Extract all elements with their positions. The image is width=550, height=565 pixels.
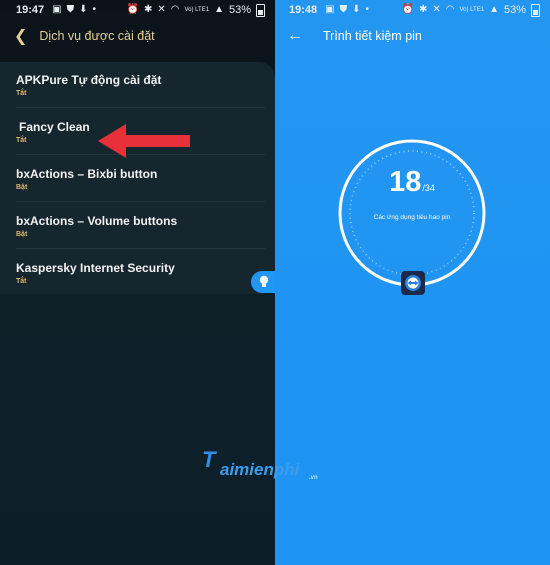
status-bar: 19:48 ▣ ⛊ ⬇ • ⏰ ✱ ✕ ◠ Vo) LTE1 ▲ 53% [275,0,550,20]
service-name: APKPure Tự động cài đặt [16,73,162,87]
service-state: Tắt [16,90,27,97]
mute-icon: ✕ [157,4,166,15]
signal-icon: ▲ [489,4,499,15]
services-list: APKPure Tự động cài đặt Tắt Fancy Clean … [0,62,275,294]
battery-icon [256,3,265,17]
service-name: Kaspersky Internet Security [16,261,175,275]
watermark: T aimienphi .vn [202,447,318,490]
service-name: bxActions – Bixbi button [16,167,158,181]
alarm-icon: ⏰ [401,4,414,15]
service-state: Bật [16,184,28,191]
divider [16,201,265,202]
service-name: Fancy Clean [19,120,90,134]
lte-indicator: Vo) LTE1 [184,7,210,13]
list-item-bxactions-bixbi[interactable]: bxActions – Bixbi button Bật [0,156,275,202]
alarm-icon: ⏰ [126,4,139,15]
counter-value: 18 [389,166,422,198]
battery-percent: 53% [228,4,251,16]
page-title: Dịch vụ được cài đặt [39,29,155,43]
download-icon: ⬇ [352,4,361,15]
header: ← Trình tiết kiệm pin [275,22,550,50]
battery-icon [531,3,540,17]
more-dots-icon: • [92,4,96,15]
battery-dial [338,139,486,287]
back-arrow-icon[interactable]: ← [287,27,303,45]
wifi-icon: ◠ [445,4,455,15]
app-counter: 18/34 [337,166,487,199]
list-item-apkpure[interactable]: APKPure Tự động cài đặt Tắt [0,62,275,108]
battery-percent: 53% [503,4,526,16]
counter-total: /34 [422,183,435,193]
signal-icon: ▲ [214,4,224,15]
watermark-text: aimienphi [220,460,300,479]
bluetooth-icon: ✱ [143,4,153,15]
back-arrow-icon[interactable]: ❮ [14,26,27,46]
app-icon[interactable] [401,271,425,295]
mute-icon: ✕ [432,4,441,15]
red-arrow-icon [98,124,190,158]
lightbulb-tip-button[interactable] [251,271,275,293]
status-bar: 19:47 ▣ ⛊ ⬇ • ⏰ ✱ ✕ ◠ Vo) LTE1 ▲ 53% [0,0,275,20]
teamviewer-icon [405,275,421,291]
shield-icon: ⛊ [66,4,75,15]
page-title: Trình tiết kiệm pin [323,29,422,43]
service-state: Tắt [16,137,27,144]
divider [16,248,265,249]
more-dots-icon: • [365,4,369,15]
counter-caption: Các ứng dụng tiêu hao pin [373,214,451,221]
header: ❮ Dịch vụ được cài đặt [0,22,275,50]
wifi-icon: ◠ [170,4,180,15]
divider [16,107,265,108]
watermark-mark: T [202,447,216,472]
gallery-icon: ▣ [325,4,335,15]
status-time: 19:48 [289,4,318,16]
gallery-icon: ▣ [52,4,62,15]
lte-indicator: Vo) LTE1 [459,7,485,13]
service-name: bxActions – Volume buttons [16,214,178,228]
service-state: Bật [16,231,28,238]
list-item-bxactions-volume[interactable]: bxActions – Volume buttons Bật [0,203,275,249]
status-time: 19:47 [16,4,45,16]
bluetooth-icon: ✱ [418,4,428,15]
service-state: Tắt [16,278,27,285]
list-item-kaspersky[interactable]: Kaspersky Internet Security Tắt [0,250,275,296]
download-icon: ⬇ [79,4,88,15]
shield-icon: ⛊ [339,4,348,15]
lightbulb-icon [259,275,269,287]
watermark-domain: .vn [309,475,318,481]
